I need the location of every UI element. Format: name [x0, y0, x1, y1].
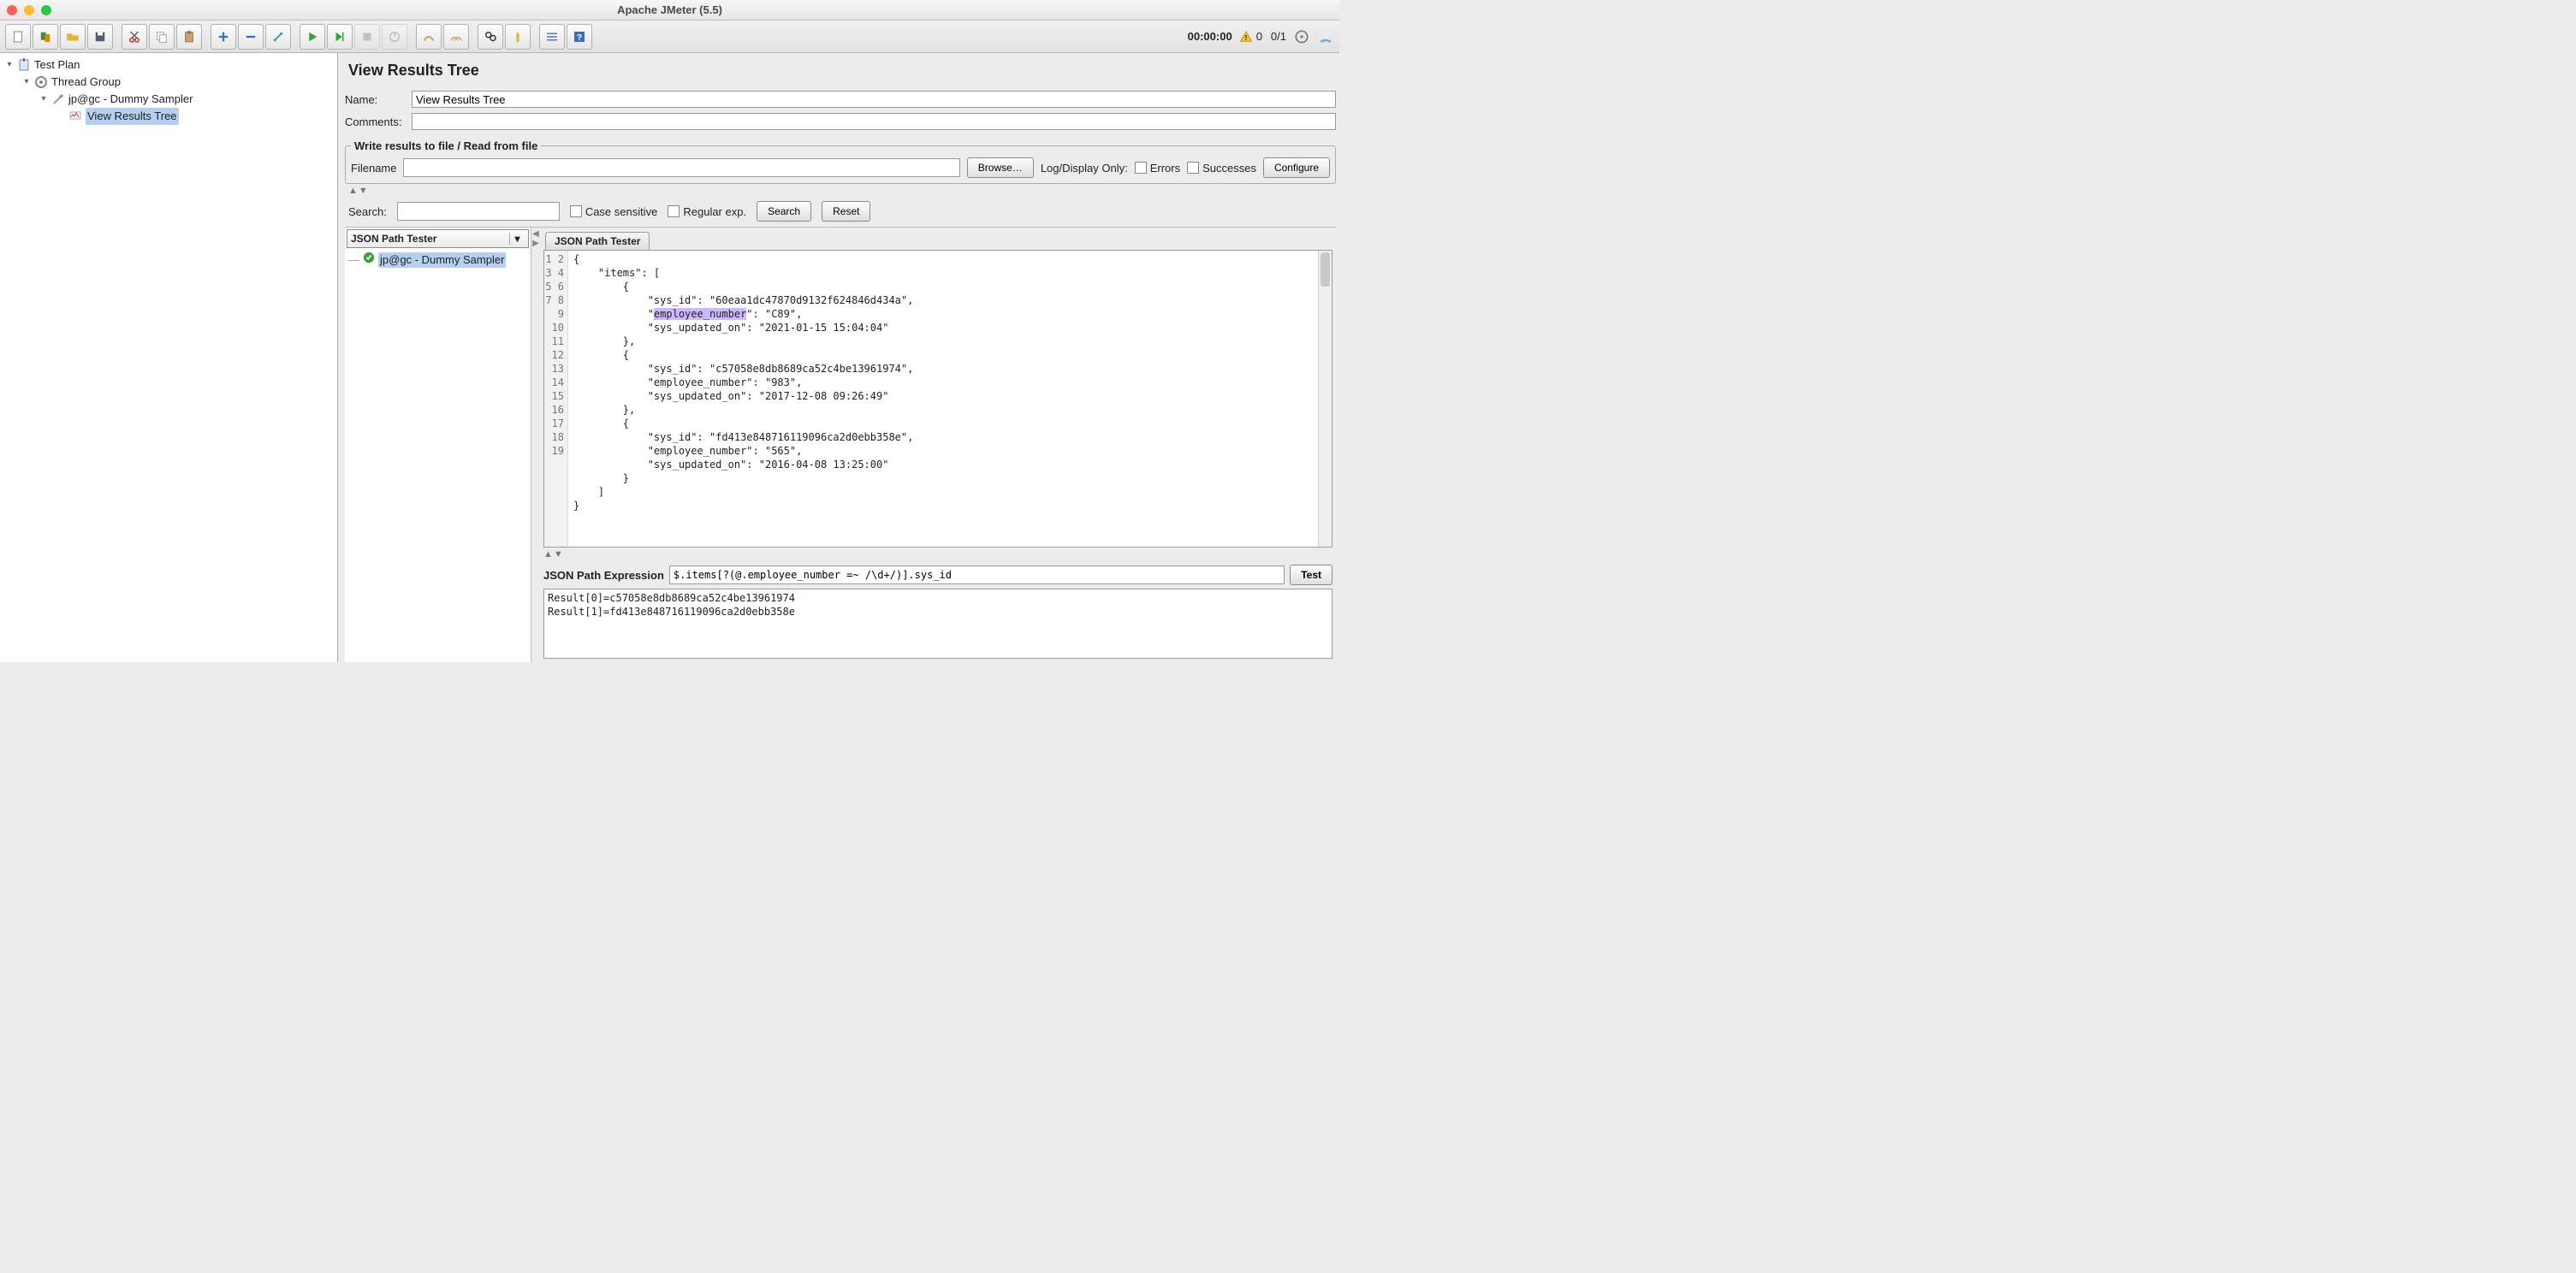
stop-icon[interactable]	[354, 24, 380, 50]
collapse-icon[interactable]	[238, 24, 264, 50]
results-output[interactable]: Result[0]=c57058e8db8689ca52c4be13961974…	[543, 589, 1333, 659]
tab-json-path-tester[interactable]: JSON Path Tester	[545, 232, 650, 250]
reset-search-icon[interactable]	[505, 24, 531, 50]
properties-pane: View Results Tree Name: Comments: Write …	[338, 53, 1339, 662]
reset-button[interactable]: Reset	[822, 201, 870, 222]
new-file-icon[interactable]	[5, 24, 31, 50]
sampler-icon	[51, 92, 65, 106]
file-legend: Write results to file / Read from file	[351, 139, 541, 152]
chevron-down-icon: ▾	[509, 233, 525, 245]
name-input[interactable]	[412, 91, 1336, 108]
successes-checkbox[interactable]: Successes	[1187, 162, 1256, 175]
collapse-handle[interactable]: ▲▼	[348, 186, 1336, 196]
scrollbar[interactable]	[1318, 251, 1332, 547]
copy-icon[interactable]	[149, 24, 175, 50]
success-icon	[363, 252, 375, 268]
test-plan-icon	[17, 58, 31, 72]
function-helper-icon[interactable]	[539, 24, 565, 50]
window-title: Apache JMeter (5.5)	[0, 3, 1339, 16]
svg-text:!: !	[1244, 34, 1247, 42]
configure-button[interactable]: Configure	[1263, 157, 1330, 178]
shutdown-icon[interactable]	[382, 24, 407, 50]
tree-node-thread-group[interactable]: Thread Group	[51, 74, 121, 91]
help-icon[interactable]: ?	[567, 24, 592, 50]
tree-node-listener[interactable]: View Results Tree	[86, 108, 179, 125]
paste-icon[interactable]	[176, 24, 202, 50]
templates-icon[interactable]	[33, 24, 58, 50]
json-path-input[interactable]	[669, 565, 1285, 584]
save-icon[interactable]	[87, 24, 113, 50]
search-icon[interactable]	[478, 24, 503, 50]
regex-checkbox[interactable]: Regular exp.	[668, 205, 746, 218]
toolbar: ? 00:00:00 ! 0 0/1	[0, 21, 1339, 53]
expand-icon[interactable]	[211, 24, 236, 50]
renderer-combo[interactable]: JSON Path Tester ▾	[347, 229, 529, 248]
comments-input[interactable]	[412, 113, 1336, 130]
log-display-label: Log/Display Only:	[1041, 162, 1128, 175]
tree-toggle[interactable]: ▾	[5, 61, 14, 69]
clear-all-icon[interactable]	[443, 24, 469, 50]
warning-icon: !	[1239, 30, 1253, 44]
comments-label: Comments:	[345, 115, 412, 128]
renderer-selected: JSON Path Tester	[351, 233, 436, 245]
test-plan-tree[interactable]: ▾ Test Plan ▾ Thread Group	[0, 53, 338, 662]
case-sensitive-checkbox[interactable]: Case sensitive	[570, 205, 658, 218]
search-button[interactable]: Search	[757, 201, 811, 222]
errors-checkbox[interactable]: Errors	[1135, 162, 1180, 175]
split-handle[interactable]: ◀▶	[531, 228, 540, 662]
thread-group-icon	[34, 75, 48, 89]
listener-icon	[68, 110, 82, 123]
log-icon[interactable]	[1317, 28, 1334, 45]
warning-count: 0	[1256, 30, 1262, 43]
open-icon[interactable]	[60, 24, 86, 50]
response-code[interactable]: { "items": [ { "sys_id": "60eaa1dc47870d…	[568, 251, 1318, 547]
titlebar: Apache JMeter (5.5)	[0, 0, 1339, 21]
threads-indicator-icon	[1293, 28, 1310, 45]
filename-label: Filename	[351, 162, 396, 175]
svg-text:?: ?	[577, 32, 582, 42]
filename-input[interactable]	[403, 158, 959, 177]
start-no-pause-icon[interactable]	[327, 24, 353, 50]
thread-counts: 0/1	[1271, 30, 1286, 43]
tree-node-test-plan[interactable]: Test Plan	[34, 56, 80, 74]
clear-icon[interactable]	[416, 24, 442, 50]
result-item[interactable]: jp@gc - Dummy Sampler	[378, 252, 506, 268]
elapsed-timer: 00:00:00	[1188, 30, 1232, 43]
warning-badge[interactable]: ! 0	[1239, 30, 1262, 44]
tree-toggle[interactable]: ▾	[22, 78, 31, 86]
start-icon[interactable]	[300, 24, 325, 50]
response-data-box: 1 2 3 4 5 6 7 8 9 10 11 12 13 14 15 16 1…	[543, 250, 1333, 548]
browse-button[interactable]: Browse…	[967, 157, 1034, 178]
tree-toggle[interactable]: ▾	[39, 95, 48, 104]
name-label: Name:	[345, 93, 412, 106]
results-tree[interactable]: — jp@gc - Dummy Sampler	[345, 250, 531, 662]
panel-title: View Results Tree	[348, 62, 1336, 80]
line-gutter: 1 2 3 4 5 6 7 8 9 10 11 12 13 14 15 16 1…	[544, 251, 568, 547]
file-fieldset: Write results to file / Read from file F…	[345, 139, 1336, 184]
cut-icon[interactable]	[122, 24, 147, 50]
tree-node-sampler[interactable]: jp@gc - Dummy Sampler	[68, 91, 193, 108]
test-button[interactable]: Test	[1290, 565, 1333, 585]
toggle-icon[interactable]	[265, 24, 291, 50]
expression-label: JSON Path Expression	[543, 569, 664, 582]
collapse-handle-lower[interactable]: ▲▼	[543, 549, 1333, 560]
search-label: Search:	[348, 205, 387, 218]
search-input[interactable]	[397, 202, 560, 221]
